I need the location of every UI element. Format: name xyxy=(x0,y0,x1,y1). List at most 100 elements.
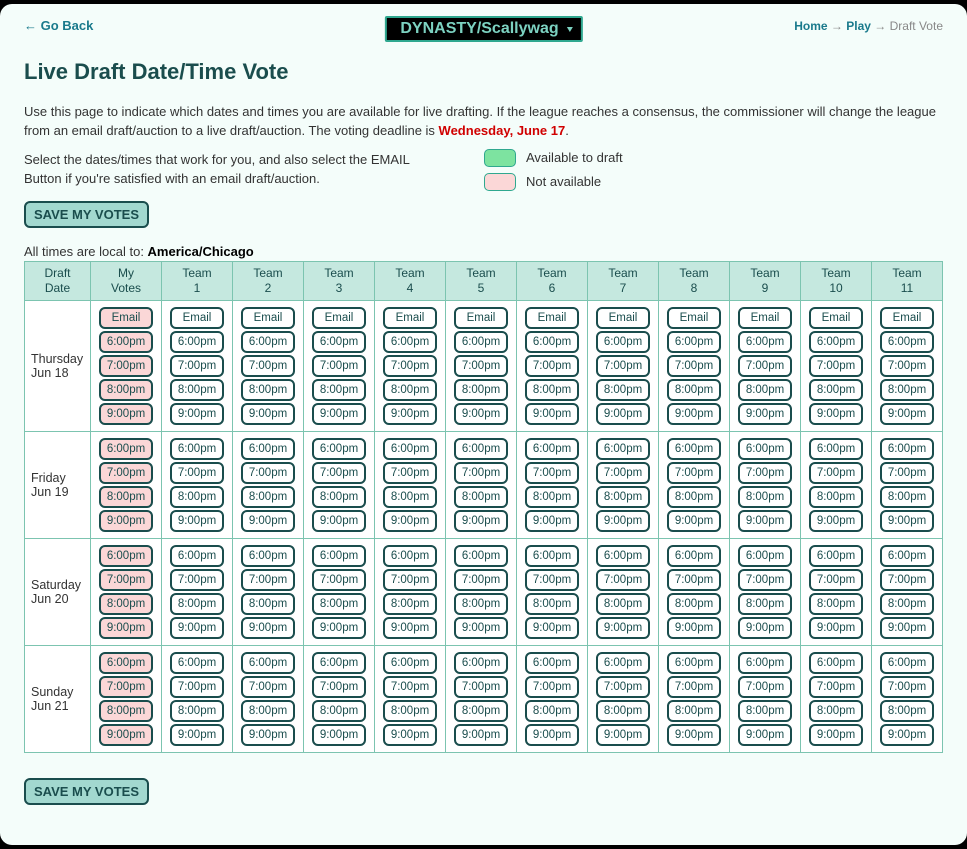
team-vote-slot: 9:00pm xyxy=(312,617,366,639)
team-vote-slot: 8:00pm xyxy=(880,486,934,508)
team-vote-slot: Email xyxy=(170,307,224,329)
team-vote-slot: 8:00pm xyxy=(738,379,792,401)
go-back-link[interactable]: ← Go Back xyxy=(24,18,93,33)
team-vote-slot: Email xyxy=(809,307,863,329)
my-vote-slot[interactable]: 8:00pm xyxy=(99,700,153,722)
my-vote-slot[interactable]: 9:00pm xyxy=(99,617,153,639)
my-vote-slot[interactable]: 7:00pm xyxy=(99,462,153,484)
team-vote-slot: 9:00pm xyxy=(241,617,295,639)
team-vote-slot: 6:00pm xyxy=(383,652,437,674)
team-vote-slot: 6:00pm xyxy=(454,438,508,460)
team-vote-slot: 7:00pm xyxy=(880,462,934,484)
my-vote-slot[interactable]: 7:00pm xyxy=(99,355,153,377)
team-vote-slot: 7:00pm xyxy=(383,676,437,698)
team-vote-slot: 9:00pm xyxy=(383,724,437,746)
team-cell: 6:00pm7:00pm8:00pm9:00pm xyxy=(233,431,304,538)
team-vote-slot: 8:00pm xyxy=(667,486,721,508)
my-vote-slot[interactable]: 7:00pm xyxy=(99,676,153,698)
team-vote-slot: 8:00pm xyxy=(454,593,508,615)
save-button-top[interactable]: SAVE MY VOTES xyxy=(24,201,149,228)
table-row: FridayJun 196:00pm7:00pm8:00pm9:00pm6:00… xyxy=(25,431,943,538)
team-vote-slot: Email xyxy=(454,307,508,329)
team-vote-slot: 7:00pm xyxy=(454,569,508,591)
legend: Available to draft Not available xyxy=(484,149,623,191)
team-vote-slot: 7:00pm xyxy=(525,355,579,377)
breadcrumb-current: Draft Vote xyxy=(890,19,943,33)
team-vote-slot: 9:00pm xyxy=(525,724,579,746)
team-vote-slot: 8:00pm xyxy=(525,379,579,401)
my-vote-slot[interactable]: 8:00pm xyxy=(99,593,153,615)
team-vote-slot: 8:00pm xyxy=(667,593,721,615)
col-team-10: Team10 xyxy=(801,261,872,300)
team-vote-slot: 6:00pm xyxy=(809,652,863,674)
my-vote-slot[interactable]: 9:00pm xyxy=(99,724,153,746)
my-vote-slot[interactable]: 6:00pm xyxy=(99,438,153,460)
page-title: Live Draft Date/Time Vote xyxy=(24,59,943,85)
breadcrumb-home[interactable]: Home xyxy=(794,19,827,33)
team-vote-slot: 6:00pm xyxy=(667,545,721,567)
team-vote-slot: 8:00pm xyxy=(880,379,934,401)
team-cell: 6:00pm7:00pm8:00pm9:00pm xyxy=(872,645,943,752)
team-vote-slot: 7:00pm xyxy=(312,569,366,591)
team-vote-slot: 8:00pm xyxy=(738,486,792,508)
my-vote-slot[interactable]: 9:00pm xyxy=(99,403,153,425)
team-vote-slot: 8:00pm xyxy=(667,379,721,401)
col-team-9: Team9 xyxy=(730,261,801,300)
instruction-row: Select the dates/times that work for you… xyxy=(24,151,943,191)
my-vote-slot[interactable]: 6:00pm xyxy=(99,652,153,674)
team-cell: 6:00pm7:00pm8:00pm9:00pm xyxy=(162,645,233,752)
my-vote-slot[interactable]: 8:00pm xyxy=(99,379,153,401)
team-vote-slot: 9:00pm xyxy=(809,510,863,532)
team-vote-slot: 9:00pm xyxy=(170,724,224,746)
team-vote-slot: 7:00pm xyxy=(667,355,721,377)
team-vote-slot: 9:00pm xyxy=(454,403,508,425)
team-vote-slot: 9:00pm xyxy=(312,403,366,425)
team-vote-slot: 7:00pm xyxy=(241,569,295,591)
team-cell: 6:00pm7:00pm8:00pm9:00pm xyxy=(304,431,375,538)
col-team-1: Team1 xyxy=(162,261,233,300)
my-vote-slot[interactable]: 7:00pm xyxy=(99,569,153,591)
team-vote-slot: 8:00pm xyxy=(596,700,650,722)
team-vote-slot: 8:00pm xyxy=(596,486,650,508)
team-vote-slot: 7:00pm xyxy=(809,462,863,484)
team-vote-slot: 9:00pm xyxy=(383,403,437,425)
team-vote-slot: Email xyxy=(383,307,437,329)
table-row: ThursdayJun 18Email6:00pm7:00pm8:00pm9:0… xyxy=(25,300,943,431)
team-vote-slot: 7:00pm xyxy=(667,569,721,591)
team-vote-slot: 9:00pm xyxy=(596,510,650,532)
arrow-icon: → xyxy=(831,19,843,33)
team-cell: Email6:00pm7:00pm8:00pm9:00pm xyxy=(162,300,233,431)
team-vote-slot: 6:00pm xyxy=(880,438,934,460)
my-votes-cell: 6:00pm7:00pm8:00pm9:00pm xyxy=(91,645,162,752)
my-vote-slot[interactable]: 6:00pm xyxy=(99,545,153,567)
my-vote-slot[interactable]: 8:00pm xyxy=(99,486,153,508)
team-vote-slot: 8:00pm xyxy=(667,700,721,722)
my-vote-slot[interactable]: 9:00pm xyxy=(99,510,153,532)
team-vote-slot: 8:00pm xyxy=(241,486,295,508)
team-vote-slot: 7:00pm xyxy=(241,676,295,698)
team-cell: 6:00pm7:00pm8:00pm9:00pm xyxy=(517,645,588,752)
team-cell: 6:00pm7:00pm8:00pm9:00pm xyxy=(659,431,730,538)
col-team-7: Team7 xyxy=(588,261,659,300)
my-vote-slot[interactable]: Email xyxy=(99,307,153,329)
league-dropdown[interactable]: DYNASTY/Scallywag xyxy=(384,16,582,42)
team-cell: 6:00pm7:00pm8:00pm9:00pm xyxy=(872,431,943,538)
team-cell: 6:00pm7:00pm8:00pm9:00pm xyxy=(446,645,517,752)
team-vote-slot: 7:00pm xyxy=(241,355,295,377)
breadcrumb-play[interactable]: Play xyxy=(846,19,871,33)
team-vote-slot: 9:00pm xyxy=(667,724,721,746)
team-vote-slot: 7:00pm xyxy=(738,462,792,484)
team-vote-slot: 6:00pm xyxy=(596,652,650,674)
team-vote-slot: 9:00pm xyxy=(241,510,295,532)
team-vote-slot: 8:00pm xyxy=(312,700,366,722)
team-vote-slot: 9:00pm xyxy=(454,510,508,532)
team-vote-slot: 9:00pm xyxy=(241,403,295,425)
team-vote-slot: 6:00pm xyxy=(738,331,792,353)
team-vote-slot: 7:00pm xyxy=(880,569,934,591)
my-vote-slot[interactable]: 6:00pm xyxy=(99,331,153,353)
col-my-votes: MyVotes xyxy=(91,261,162,300)
col-team-3: Team3 xyxy=(304,261,375,300)
team-vote-slot: 9:00pm xyxy=(454,724,508,746)
team-cell: 6:00pm7:00pm8:00pm9:00pm xyxy=(162,538,233,645)
team-vote-slot: 7:00pm xyxy=(667,676,721,698)
